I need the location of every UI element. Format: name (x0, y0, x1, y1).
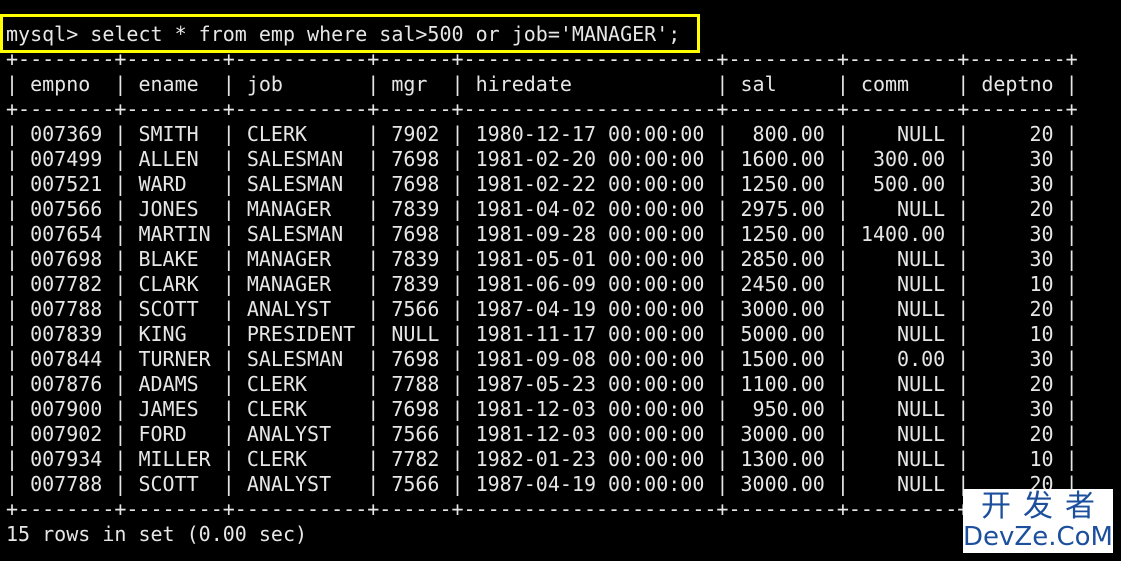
table-row: | 007934 | MILLER | CLERK | 7782 | 1982-… (6, 447, 1078, 471)
command-line: mysql> select * from emp where sal>500 o… (6, 22, 681, 46)
table-border-header: +--------+--------+-----------+------+--… (6, 97, 1078, 121)
table-row: | 007844 | TURNER | SALESMAN | 7698 | 19… (6, 347, 1078, 371)
watermark-logo: 开发者 DevZe.CoM (963, 489, 1113, 553)
table-border-top: +--------+--------+-----------+------+--… (6, 47, 1078, 71)
table-row: | 007788 | SCOTT | ANALYST | 7566 | 1987… (6, 472, 1078, 496)
watermark-line1: 开发者 (981, 489, 1107, 524)
table-row: | 007698 | BLAKE | MANAGER | 7839 | 1981… (6, 247, 1078, 271)
table-row: | 007788 | SCOTT | ANALYST | 7566 | 1987… (6, 297, 1078, 321)
watermark-line2: DevZe.CoM (963, 522, 1113, 552)
table-row: | 007499 | ALLEN | SALESMAN | 7698 | 198… (6, 147, 1078, 171)
table-row: | 007521 | WARD | SALESMAN | 7698 | 1981… (6, 172, 1078, 196)
table-border-bottom: +--------+--------+-----------+------+--… (6, 497, 1078, 521)
terminal-window[interactable]: mysql> select * from emp where sal>500 o… (0, 0, 1121, 561)
table-row: | 007782 | CLARK | MANAGER | 7839 | 1981… (6, 272, 1078, 296)
table-row: | 007876 | ADAMS | CLERK | 7788 | 1987-0… (6, 372, 1078, 396)
table-row: | 007654 | MARTIN | SALESMAN | 7698 | 19… (6, 222, 1078, 246)
table-row: | 007839 | KING | PRESIDENT | NULL | 198… (6, 322, 1078, 346)
table-row: | 007902 | FORD | ANALYST | 7566 | 1981-… (6, 422, 1078, 446)
table-row: | 007369 | SMITH | CLERK | 7902 | 1980-1… (6, 122, 1078, 146)
table-header: | empno | ename | job | mgr | hiredate |… (6, 72, 1078, 96)
table-row: | 007566 | JONES | MANAGER | 7839 | 1981… (6, 197, 1078, 221)
table-row: | 007900 | JAMES | CLERK | 7698 | 1981-1… (6, 397, 1078, 421)
result-summary: 15 rows in set (0.00 sec) (6, 522, 308, 546)
